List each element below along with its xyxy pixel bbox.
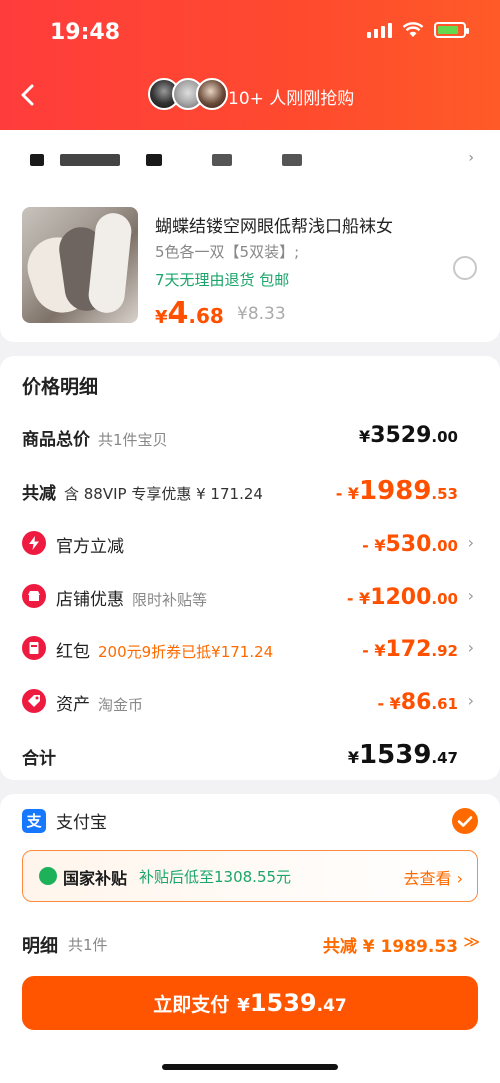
red-packet-value: - ¥172.92 bbox=[362, 637, 458, 662]
store-discount-value: - ¥1200.00 bbox=[346, 585, 458, 610]
tag-icon bbox=[22, 689, 46, 713]
battery-icon bbox=[434, 22, 469, 38]
total-price-label: 商品总价 共1件宝贝 bbox=[22, 430, 168, 450]
official-discount-value: - ¥530.00 bbox=[362, 532, 458, 557]
product-spec[interactable]: 5色各一双【5双装】; bbox=[155, 241, 299, 262]
product-select-radio[interactable] bbox=[453, 256, 477, 280]
assets-value: - ¥86.61 bbox=[377, 690, 458, 715]
recent-buyers-text: 10+ 人刚刚抢购 bbox=[228, 89, 355, 109]
sum-value: ¥1539.47 bbox=[347, 740, 458, 770]
shop-name-redacted bbox=[146, 154, 162, 166]
chevron-right-icon: › bbox=[468, 150, 474, 166]
lightning-icon bbox=[22, 531, 46, 555]
subsidy-name: 国家补贴 bbox=[63, 869, 128, 888]
back-button[interactable] bbox=[14, 80, 44, 110]
chevron-right-icon[interactable]: › bbox=[468, 533, 474, 552]
red-packet-row[interactable]: 红包 200元9折券已抵¥171.24 bbox=[56, 637, 273, 662]
shop-name-redacted bbox=[30, 154, 44, 166]
status-icons bbox=[367, 22, 469, 38]
detail-total-discount[interactable]: 共减 ¥ 1989.53 bbox=[323, 932, 458, 957]
shop-name-redacted bbox=[212, 154, 232, 166]
product-service-tags: 7天无理由退货 包邮 bbox=[155, 271, 290, 289]
subsidy-view-link[interactable]: 去查看 › bbox=[404, 865, 464, 889]
product-thumbnail[interactable] bbox=[22, 207, 138, 323]
home-indicator bbox=[162, 1064, 338, 1070]
detail-count: 共1件 bbox=[68, 936, 108, 954]
shop-name-redacted bbox=[60, 154, 120, 166]
wifi-icon bbox=[402, 22, 424, 37]
expand-chevron-icon[interactable]: ≫ bbox=[463, 932, 480, 951]
price-detail-card bbox=[0, 356, 500, 780]
signal-icon bbox=[367, 22, 392, 38]
alipay-icon: 支 bbox=[22, 809, 46, 833]
chevron-right-icon[interactable]: › bbox=[468, 638, 474, 657]
product-title[interactable]: 蝴蝶结镂空网眼低帮浅口船袜女 bbox=[155, 212, 393, 237]
red-packet-icon bbox=[22, 636, 46, 660]
official-discount-row[interactable]: 官方立减 bbox=[56, 532, 124, 557]
assets-row[interactable]: 资产 淘金币 bbox=[56, 690, 143, 715]
pay-now-button[interactable]: 立即支付 ¥1539.47 bbox=[22, 976, 478, 1030]
chevron-right-icon[interactable]: › bbox=[468, 691, 474, 710]
payment-method-label[interactable]: 支付宝 bbox=[56, 808, 107, 833]
shop-name-redacted bbox=[282, 154, 302, 166]
shop-row[interactable]: › bbox=[20, 140, 480, 176]
subsidy-icon bbox=[39, 867, 57, 885]
reduction-value: - ¥1989.53 bbox=[335, 476, 458, 506]
product-original-price: ¥8.33 bbox=[237, 304, 286, 324]
product-price: ¥4.68 bbox=[155, 296, 224, 331]
national-subsidy-banner[interactable]: 国家补贴 补贴后低至1308.55元 去查看 › bbox=[22, 850, 478, 902]
total-price-value: ¥3529.00 bbox=[359, 423, 458, 448]
store-icon bbox=[22, 584, 46, 608]
top-header: 19:48 10+ 人刚刚抢购 bbox=[0, 0, 500, 130]
check-icon bbox=[457, 816, 473, 827]
payment-selected-checkmark[interactable] bbox=[452, 808, 478, 834]
store-discount-row[interactable]: 店铺优惠 限时补贴等 bbox=[56, 585, 207, 610]
reduction-label: 共减含 88VIP 专享优惠 ¥ 171.24 bbox=[22, 484, 263, 504]
avatar bbox=[196, 78, 228, 110]
detail-label: 明细 bbox=[22, 936, 58, 957]
buyer-avatars bbox=[148, 78, 228, 110]
chevron-right-icon[interactable]: › bbox=[468, 586, 474, 605]
sum-label: 合计 bbox=[22, 749, 56, 769]
subsidy-description: 补贴后低至1308.55元 bbox=[139, 868, 292, 886]
status-time: 19:48 bbox=[50, 20, 121, 45]
price-detail-title: 价格明细 bbox=[22, 376, 99, 398]
